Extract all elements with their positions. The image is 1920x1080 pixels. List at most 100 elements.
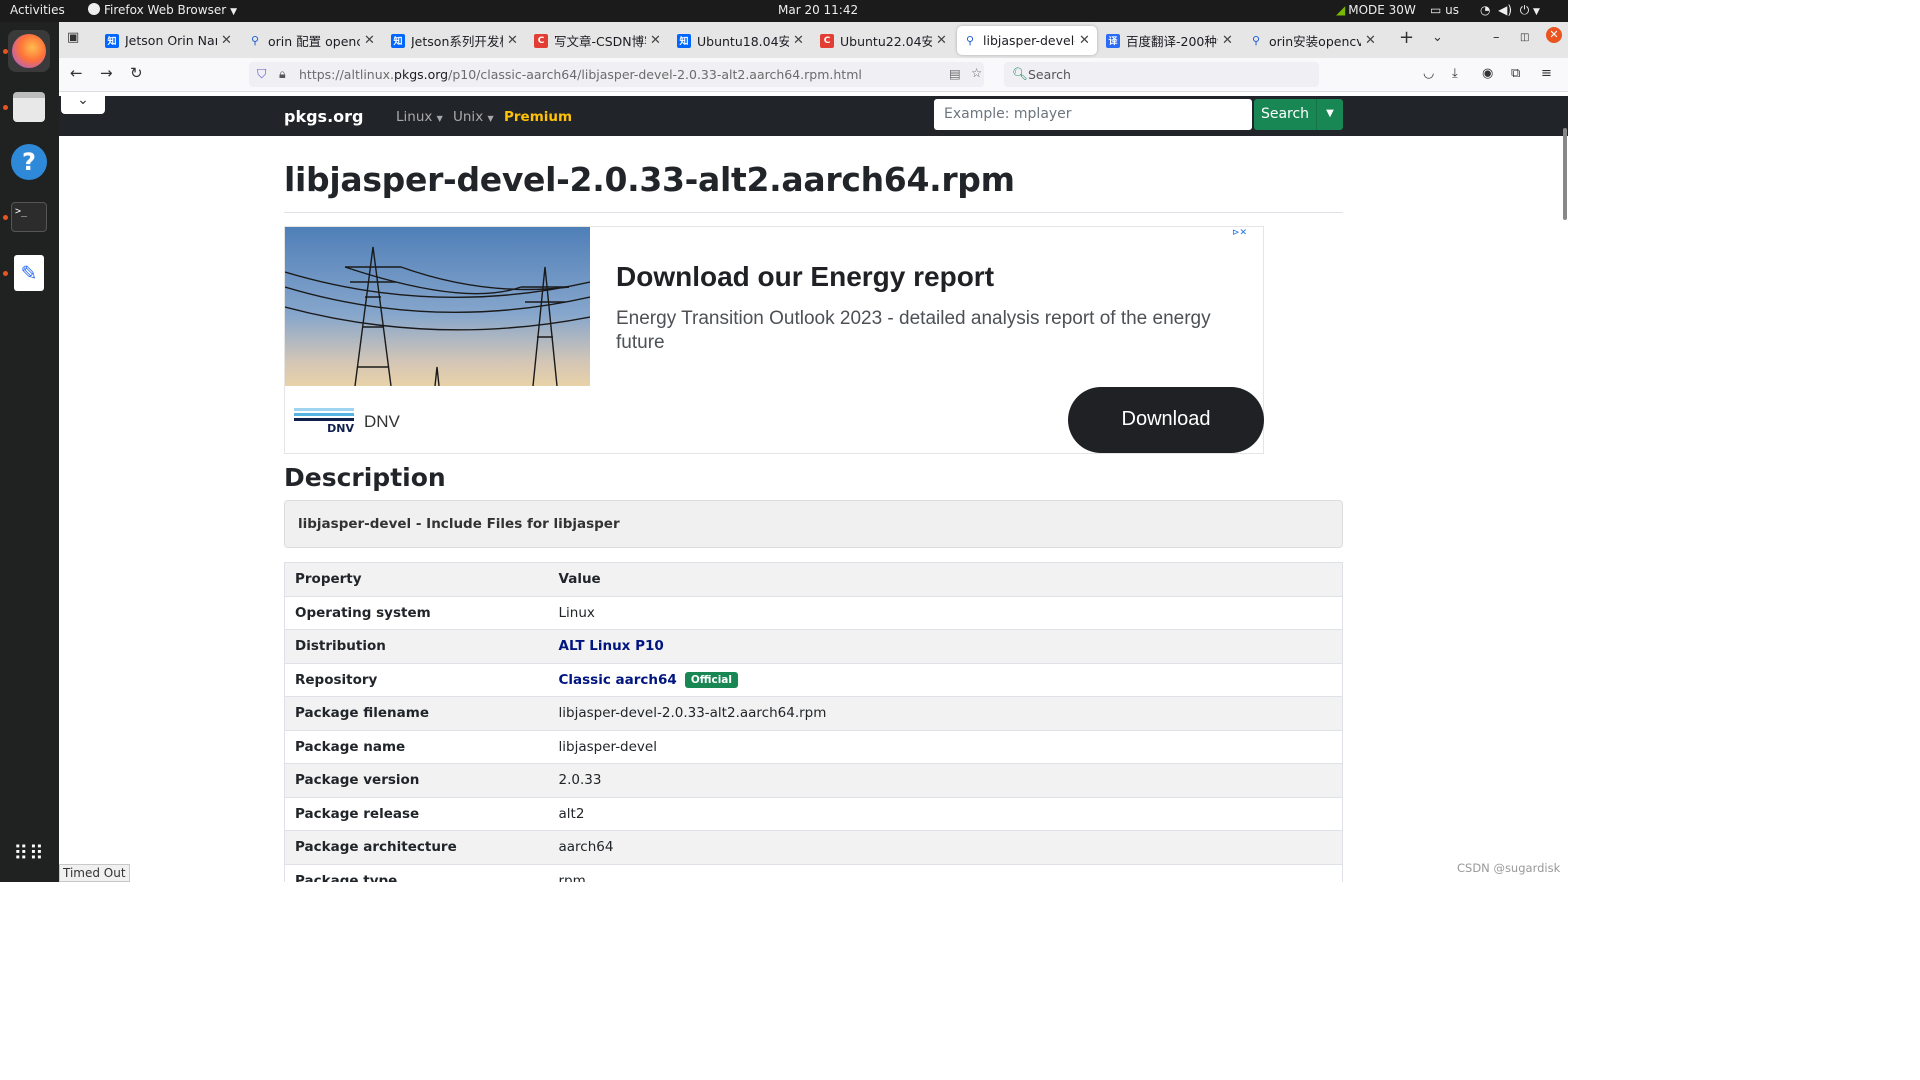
site-brand[interactable]: pkgs.org	[284, 107, 363, 126]
property-value-cell: ALT Linux P10	[548, 629, 1343, 663]
pocket-icon[interactable]: ◡	[1423, 66, 1434, 81]
url-domain: pkgs.org	[394, 67, 449, 82]
package-search-input[interactable]: Example: mplayer	[934, 99, 1252, 130]
caret-down-icon: ▼	[487, 114, 494, 123]
property-key: Package version	[284, 763, 549, 797]
advertisement[interactable]: ⊳✕ Download our Energy report Energy Tra…	[284, 226, 1264, 454]
property-value-cell: libjasper-devel	[548, 729, 1343, 764]
package-search-placeholder: Example: mplayer	[944, 106, 1072, 122]
nav-unix-label: Unix	[453, 109, 484, 125]
search-options-dropdown[interactable]: ▼	[1316, 99, 1343, 130]
reload-button[interactable]: ↻	[130, 64, 143, 82]
activities-button[interactable]: Activities	[10, 3, 65, 17]
power-mode-indicator[interactable]: ◢ MODE 30W	[1336, 3, 1416, 17]
list-all-tabs-button[interactable]: ⌄	[1432, 30, 1443, 45]
page-scrollbar[interactable]	[1563, 128, 1567, 220]
close-tab-icon[interactable]: ✕	[1222, 33, 1234, 48]
table-row: Operating system Linux	[284, 595, 1343, 630]
table-row: Package architecture aarch64	[284, 830, 1343, 864]
page-title: libjasper-devel-2.0.33-alt2.aarch64.rpm	[284, 160, 1015, 199]
property-value-cell: rpm	[548, 863, 1343, 882]
downloads-icon[interactable]: ⤓	[1452, 66, 1458, 81]
close-window-button[interactable]: ✕	[1546, 27, 1562, 43]
back-button[interactable]: ←	[70, 64, 83, 82]
keyboard-label: us	[1445, 3, 1460, 17]
close-tab-icon[interactable]: ✕	[507, 33, 519, 48]
close-tab-icon[interactable]: ✕	[793, 33, 805, 48]
terminal-icon: >_	[11, 202, 47, 232]
system-tray[interactable]: ◔ ◀) ⏻ ▼	[1480, 3, 1540, 18]
property-key: Package architecture	[284, 830, 549, 864]
dock-files[interactable]	[8, 86, 50, 128]
property-value: rpm	[558, 873, 586, 882]
url-bar[interactable]: ⛉ 🔒︎ https://altlinux.pkgs.org/p10/class…	[249, 62, 984, 87]
forward-button[interactable]: →	[100, 64, 113, 82]
app-menu[interactable]: Firefox Web Browser ▼	[88, 3, 237, 17]
collapse-toggle-button[interactable]: ⌄	[61, 92, 105, 114]
browser-tab[interactable]: ⚲ libjasper-devel-2.0 ✕	[957, 26, 1097, 55]
caret-down-icon: ▼	[436, 114, 443, 123]
property-value-link[interactable]: ALT Linux P10	[559, 638, 664, 654]
firefox-view-icon[interactable]: ▣	[67, 30, 79, 45]
maximize-button[interactable]: ◫	[1520, 32, 1529, 43]
property-value: libjasper-devel-2.0.33-alt2.aarch64.rpm	[558, 705, 827, 722]
close-tab-icon[interactable]: ✕	[936, 33, 948, 48]
close-tab-icon[interactable]: ✕	[1365, 33, 1377, 48]
new-tab-button[interactable]: +	[1399, 27, 1414, 48]
dock-help[interactable]: ?	[8, 141, 50, 183]
browser-tab[interactable]: C 写文章-CSDN博客 ✕	[528, 26, 668, 55]
property-value: 2.0.33	[558, 772, 602, 789]
extensions-icon[interactable]: ⧉	[1511, 66, 1520, 81]
close-tab-icon[interactable]: ✕	[221, 33, 233, 48]
keyboard-layout[interactable]: ▭ us	[1430, 3, 1459, 17]
browser-tab[interactable]: ⚲ orin安装opencv - ✕	[1243, 26, 1383, 55]
firefox-icon	[88, 3, 100, 15]
browser-search-box[interactable]: 🔍︎ Search	[1004, 62, 1319, 87]
properties-table: Property Value Operating system Linux Dist…	[284, 562, 1343, 882]
account-icon[interactable]: ◉	[1482, 66, 1493, 81]
ad-download-button[interactable]: Download	[1068, 387, 1264, 453]
site-favicon-icon: 译	[1106, 33, 1120, 48]
folder-icon	[13, 92, 45, 122]
browser-tab[interactable]: ⚲ orin 配置 opencv - ✕	[242, 26, 382, 55]
text-editor-icon: ✎	[14, 255, 44, 291]
close-tab-icon[interactable]: ✕	[1079, 33, 1091, 48]
dock-text-editor[interactable]: ✎	[8, 252, 50, 294]
close-tab-icon[interactable]: ✕	[650, 33, 662, 48]
minimize-button[interactable]: –	[1493, 30, 1500, 45]
tracking-protection-icon[interactable]: ⛉	[257, 66, 266, 82]
ad-choices-icon[interactable]: ⊳✕	[1232, 228, 1247, 238]
chevron-down-icon: ⌄	[77, 92, 89, 108]
property-value-link[interactable]: Classic aarch64	[559, 672, 677, 688]
nav-linux-dropdown[interactable]: Linux ▼	[396, 109, 443, 125]
package-search-button[interactable]: Search	[1254, 99, 1316, 130]
dock-terminal[interactable]: >_	[8, 196, 50, 238]
caret-down-icon: ▼	[1533, 7, 1540, 17]
ad-title[interactable]: Download our Energy report	[616, 261, 994, 293]
property-value: aarch64	[558, 839, 614, 856]
nav-premium-link[interactable]: Premium	[504, 109, 572, 125]
clock[interactable]: Mar 20 11:42	[778, 3, 858, 17]
browser-tab[interactable]: 知 Jetson Orin Nano ✕	[99, 26, 239, 55]
tab-title: orin 配置 opencv -	[268, 34, 360, 49]
show-apps-button[interactable]: ⠿⠿	[8, 832, 50, 874]
lock-icon[interactable]: 🔒︎	[279, 66, 286, 82]
property-key: Package release	[284, 796, 549, 831]
running-indicator	[3, 49, 8, 54]
wifi-icon: ◔	[1480, 3, 1491, 17]
description-box: libjasper-devel - Include Files for libj…	[284, 500, 1343, 548]
property-value-cell: aarch64	[548, 830, 1343, 864]
bookmark-star-icon[interactable]: ☆	[971, 65, 982, 80]
property-value-cell: Classic aarch64 Official	[548, 662, 1343, 697]
site-favicon-icon: C	[534, 33, 548, 48]
menu-icon[interactable]: ≡	[1541, 66, 1552, 81]
search-engine-icon: 🔍︎	[1012, 66, 1028, 81]
close-tab-icon[interactable]: ✕	[364, 33, 376, 48]
browser-tab[interactable]: 译百度翻译-200种语 ✕	[1100, 26, 1240, 55]
browser-tab[interactable]: C Ubuntu22.04安装 ✕	[814, 26, 954, 55]
browser-tab[interactable]: 知 Jetson系列开发板 ✕	[385, 26, 525, 55]
dock-firefox[interactable]	[8, 30, 50, 72]
reader-mode-icon[interactable]: ▤	[949, 66, 961, 81]
nav-unix-dropdown[interactable]: Unix ▼	[453, 109, 494, 125]
browser-tab[interactable]: 知 Ubuntu18.04安装 ✕	[671, 26, 811, 55]
